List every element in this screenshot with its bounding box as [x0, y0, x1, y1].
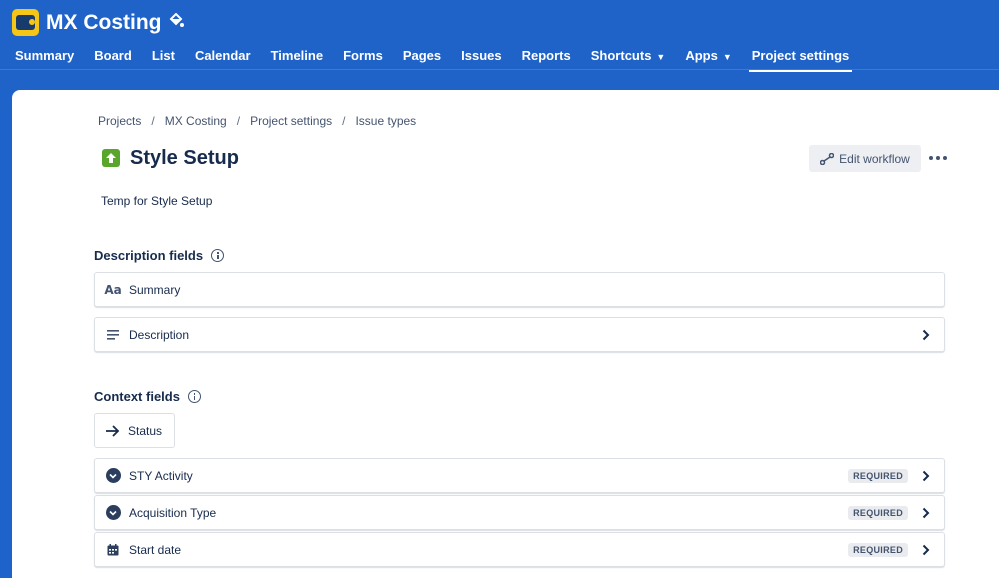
required-badge: REQUIRED — [848, 468, 908, 483]
tab-board[interactable]: Board — [94, 44, 132, 70]
required-badge: REQUIRED — [848, 505, 908, 520]
breadcrumb-issue-types[interactable]: Issue types — [355, 114, 416, 128]
tab-project-settings[interactable]: Project settings — [748, 44, 852, 72]
more-options-button[interactable] — [924, 148, 952, 168]
breadcrumb-separator: / — [342, 114, 346, 128]
chevron-right-icon — [918, 470, 934, 482]
workflow-icon — [820, 152, 835, 165]
breadcrumb-projects[interactable]: Projects — [98, 114, 141, 128]
tab-issues[interactable]: Issues — [461, 44, 501, 70]
tab-summary[interactable]: Summary — [15, 44, 74, 70]
edit-workflow-button[interactable]: Edit workflow — [809, 145, 921, 172]
arrow-right-icon — [105, 424, 120, 437]
chevron-down-icon: ▼ — [722, 52, 732, 62]
tab-forms[interactable]: Forms — [343, 44, 383, 70]
page-title: Style Setup — [130, 147, 239, 169]
chevron-right-icon — [918, 544, 934, 556]
tab-calendar[interactable]: Calendar — [195, 44, 251, 70]
calendar-icon — [105, 543, 121, 556]
breadcrumb-separator: / — [236, 114, 241, 128]
chevron-right-icon — [918, 507, 934, 519]
dropdown-icon — [105, 468, 121, 483]
arrow-up-icon — [102, 149, 120, 167]
main-panel: Projects / MX Costing / Project settings… — [12, 90, 999, 578]
field-sty-activity[interactable]: STY Activity REQUIRED — [94, 458, 945, 493]
dropdown-icon — [105, 505, 121, 520]
info-icon[interactable] — [187, 390, 201, 403]
chevron-right-icon — [918, 329, 934, 341]
field-acquisition-type[interactable]: Acquisition Type REQUIRED — [94, 495, 945, 530]
field-summary[interactable]: Aa Summary — [94, 272, 945, 307]
tab-shortcuts[interactable]: Shortcuts ▼ — [591, 44, 666, 70]
project-nav: Summary Board List Calendar Timeline For… — [0, 44, 854, 72]
tab-list[interactable]: List — [152, 44, 175, 70]
breadcrumb-separator: / — [151, 114, 155, 128]
project-avatar[interactable] — [12, 9, 39, 36]
paint-bucket-icon[interactable] — [168, 13, 184, 31]
info-icon[interactable] — [211, 249, 225, 262]
chevron-down-icon: ▼ — [656, 52, 666, 62]
tab-timeline[interactable]: Timeline — [271, 44, 324, 70]
tab-pages[interactable]: Pages — [403, 44, 441, 70]
tab-apps[interactable]: Apps ▼ — [685, 44, 731, 70]
field-start-date[interactable]: Start date REQUIRED — [94, 532, 945, 567]
tab-reports[interactable]: Reports — [522, 44, 571, 70]
context-fields-heading: Context fields — [94, 389, 201, 404]
project-name[interactable]: MX Costing — [46, 11, 162, 35]
project-header: MX Costing Summary Board List Calendar T… — [0, 0, 999, 90]
breadcrumb-project[interactable]: MX Costing — [165, 114, 227, 128]
breadcrumb: Projects / MX Costing / Project settings… — [98, 114, 426, 128]
text-icon: Aa — [104, 282, 122, 297]
field-description[interactable]: Description — [94, 317, 945, 352]
description-fields-heading: Description fields — [94, 248, 225, 263]
nav-divider — [0, 69, 999, 70]
breadcrumb-settings[interactable]: Project settings — [250, 114, 332, 128]
required-badge: REQUIRED — [848, 542, 908, 557]
lines-icon — [105, 329, 121, 340]
issue-type-description: Temp for Style Setup — [101, 194, 213, 208]
field-status[interactable]: Status — [94, 413, 175, 448]
